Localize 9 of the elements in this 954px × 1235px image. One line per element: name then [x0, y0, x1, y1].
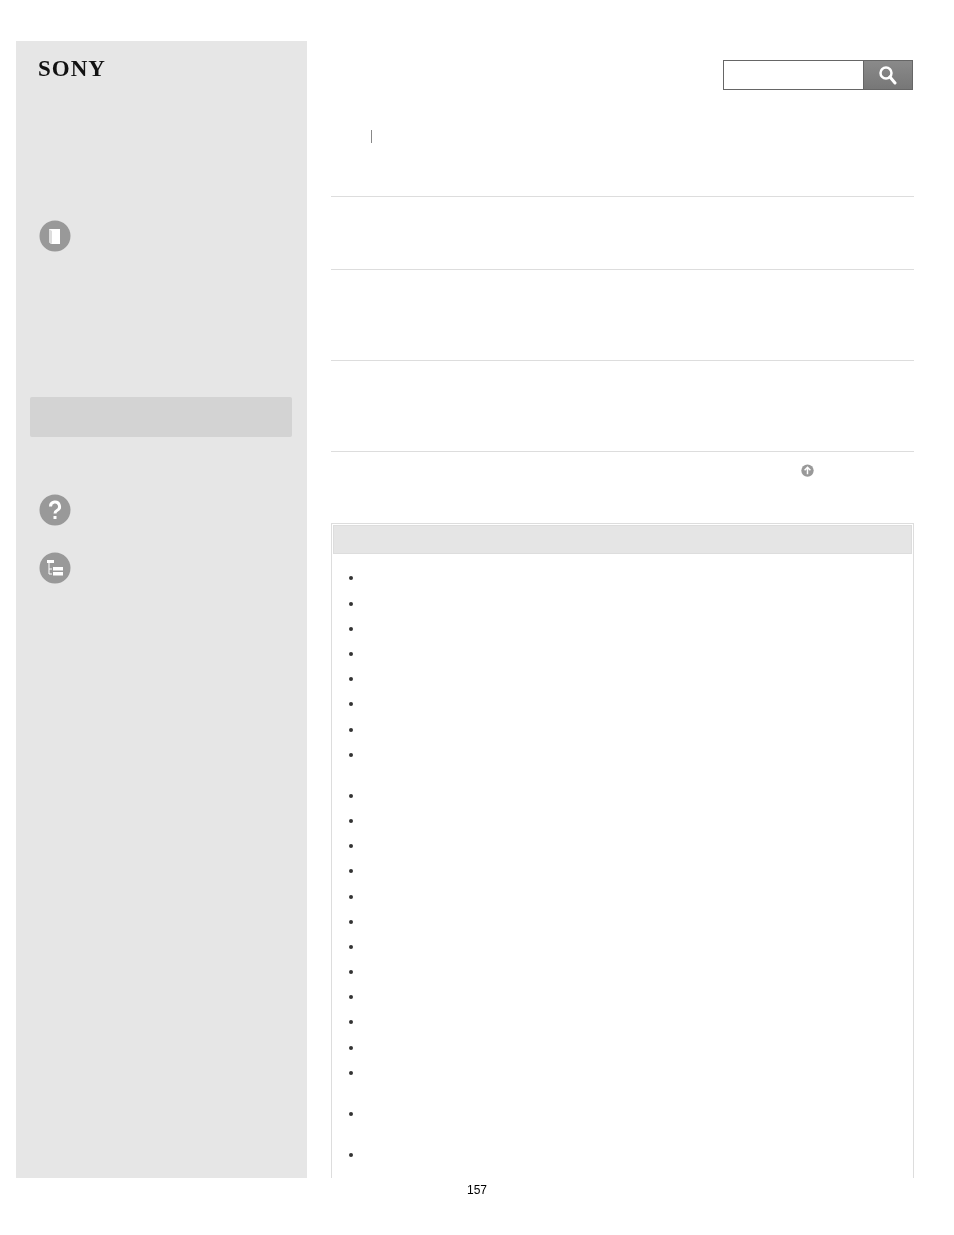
- sony-logo[interactable]: SONY: [38, 57, 106, 81]
- search-button[interactable]: [863, 60, 913, 90]
- tree-icon[interactable]: [39, 552, 71, 584]
- question-icon[interactable]: [39, 494, 71, 526]
- page-number: 157: [467, 1183, 487, 1197]
- search-field[interactable]: [723, 60, 863, 90]
- up-arrow-icon[interactable]: [800, 464, 815, 478]
- book-icon[interactable]: [39, 220, 71, 252]
- search-icon: [878, 65, 898, 85]
